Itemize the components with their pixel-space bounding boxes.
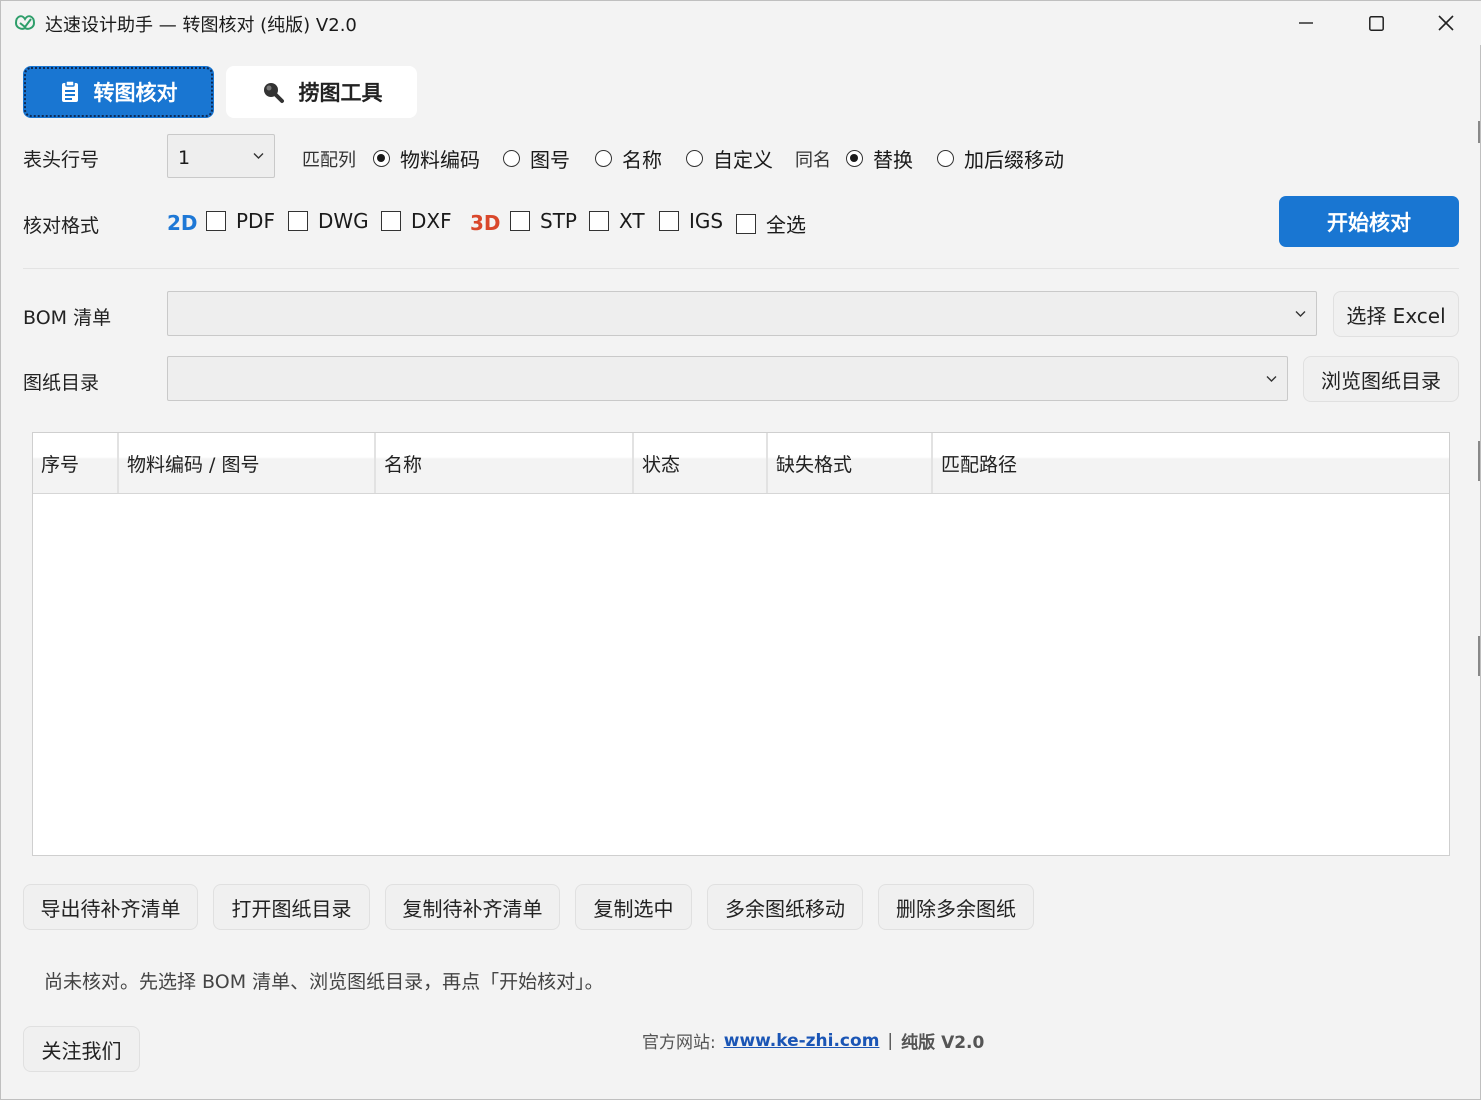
copy-selected-button[interactable]: 复制选中 [575,884,692,930]
match-col-label: 匹配列 [302,150,356,171]
same-name-label: 同名 [795,150,831,171]
checkbox-igs[interactable]: IGS [659,209,723,233]
radio-match-drawing-no[interactable]: 图号 [503,144,570,173]
header-row-value: 1 [178,147,191,169]
chevron-down-icon [1295,310,1306,317]
checkbox-xt[interactable]: XT [589,209,645,233]
tab-fetch-tool[interactable]: 捞图工具 [226,66,417,118]
checkbox-indicator [288,211,308,231]
footer: 官方网站: www.ke-zhi.com | 纯版 V2.0 [642,1028,985,1054]
column-header-status[interactable]: 状态 [634,433,768,493]
checkbox-indicator [659,211,679,231]
radio-label: 自定义 [713,148,773,172]
checkbox-label: DWG [318,209,369,233]
checkbox-dxf[interactable]: DXF [381,209,452,233]
radio-label: 替换 [873,148,913,172]
checkbox-label: IGS [689,209,724,233]
checkbox-stp[interactable]: STP [510,209,577,233]
minimize-button[interactable] [1271,1,1341,45]
leaf-app-icon [14,15,36,30]
radio-indicator [846,150,863,167]
delete-extra-drawings-button[interactable]: 删除多余图纸 [878,884,1034,930]
column-header-match-path[interactable]: 匹配路径 [933,433,1449,493]
maximize-button[interactable] [1341,1,1411,45]
column-header-name[interactable]: 名称 [376,433,634,493]
radio-match-custom[interactable]: 自定义 [686,144,773,173]
radio-label: 加后缀移动 [964,148,1064,172]
clipboard-icon [61,80,78,102]
drawing-dir-label: 图纸目录 [23,372,100,394]
radio-indicator [503,150,520,167]
checkbox-label: XT [619,209,645,233]
tab-label: 捞图工具 [298,81,383,105]
close-icon [1438,15,1454,31]
chevron-down-icon [253,153,264,159]
tag-3d: 3D [470,211,501,235]
site-label: 官方网站: [642,1033,716,1053]
check-format-label: 核对格式 [23,215,100,237]
checkbox-label: PDF [236,209,275,233]
column-header-missing-format[interactable]: 缺失格式 [768,433,933,493]
title-bar: 达速设计助手 — 转图核对 (纯版) V2.0 [1,1,1481,45]
chevron-down-icon [1266,375,1277,382]
checkbox-pdf[interactable]: PDF [206,209,275,233]
checkbox-label: STP [540,209,577,233]
maximize-icon [1368,15,1384,31]
checkbox-indicator [381,211,401,231]
bom-select[interactable] [167,291,1317,336]
minimize-icon [1299,22,1313,24]
site-link[interactable]: www.ke-zhi.com [724,1031,880,1051]
browse-drawing-dir-button[interactable]: 浏览图纸目录 [1303,356,1459,402]
radio-indicator [373,150,390,167]
edition-label: 纯版 V2.0 [901,1033,985,1053]
radio-label: 物料编码 [400,148,480,172]
column-header-code[interactable]: 物料编码 / 图号 [119,433,376,493]
window-title: 达速设计助手 — 转图核对 (纯版) V2.0 [45,15,357,36]
column-header-index[interactable]: 序号 [33,433,119,493]
radio-label: 图号 [530,148,570,172]
divider [23,268,1459,269]
move-extra-drawings-button[interactable]: 多余图纸移动 [707,884,863,930]
checkbox-dwg[interactable]: DWG [288,209,369,233]
table-header: 序号 物料编码 / 图号 名称 状态 缺失格式 匹配路径 [33,433,1449,494]
radio-match-material-code[interactable]: 物料编码 [373,144,480,173]
tab-convert-check[interactable]: 转图核对 [23,66,214,118]
tag-2d: 2D [167,211,198,235]
checkbox-label: 全选 [766,213,806,237]
edge-marker [1478,441,1480,481]
edge-marker [1478,121,1480,143]
checkbox-indicator [589,211,609,231]
status-text: 尚未核对。先选择 BOM 清单、浏览图纸目录，再点「开始核对」。 [44,971,604,993]
copy-missing-list-button[interactable]: 复制待补齐清单 [385,884,560,930]
tab-label: 转图核对 [93,81,178,105]
radio-indicator [937,150,954,167]
radio-match-name[interactable]: 名称 [595,144,662,173]
radio-indicator [686,150,703,167]
search-icon [263,83,284,103]
follow-us-button[interactable]: 关注我们 [23,1026,140,1072]
radio-same-name-suffix-move[interactable]: 加后缀移动 [937,144,1064,173]
footer-separator: | [887,1030,894,1051]
checkbox-indicator [510,211,530,231]
open-drawing-dir-button[interactable]: 打开图纸目录 [213,884,370,930]
checkbox-indicator [206,211,226,231]
checkbox-indicator [736,213,756,234]
radio-label: 名称 [622,148,662,172]
bom-label: BOM 清单 [23,307,112,329]
header-row-label: 表头行号 [23,149,100,171]
export-missing-list-button[interactable]: 导出待补齐清单 [23,884,198,930]
start-check-button[interactable]: 开始核对 [1279,196,1459,247]
radio-same-name-replace[interactable]: 替换 [846,144,913,173]
edge-marker [1478,636,1480,676]
checkbox-label: DXF [411,209,452,233]
radio-indicator [595,150,612,167]
drawing-dir-select[interactable] [167,356,1288,401]
select-excel-button[interactable]: 选择 Excel [1333,291,1459,337]
results-table[interactable]: 序号 物料编码 / 图号 名称 状态 缺失格式 匹配路径 [32,432,1450,856]
checkbox-select-all[interactable]: 全选 [736,209,806,238]
app-window: 达速设计助手 — 转图核对 (纯版) V2.0 转图核对 捞图工具 表头行号 1… [0,0,1481,1100]
close-button[interactable] [1411,1,1481,45]
header-row-select[interactable]: 1 [167,134,275,178]
